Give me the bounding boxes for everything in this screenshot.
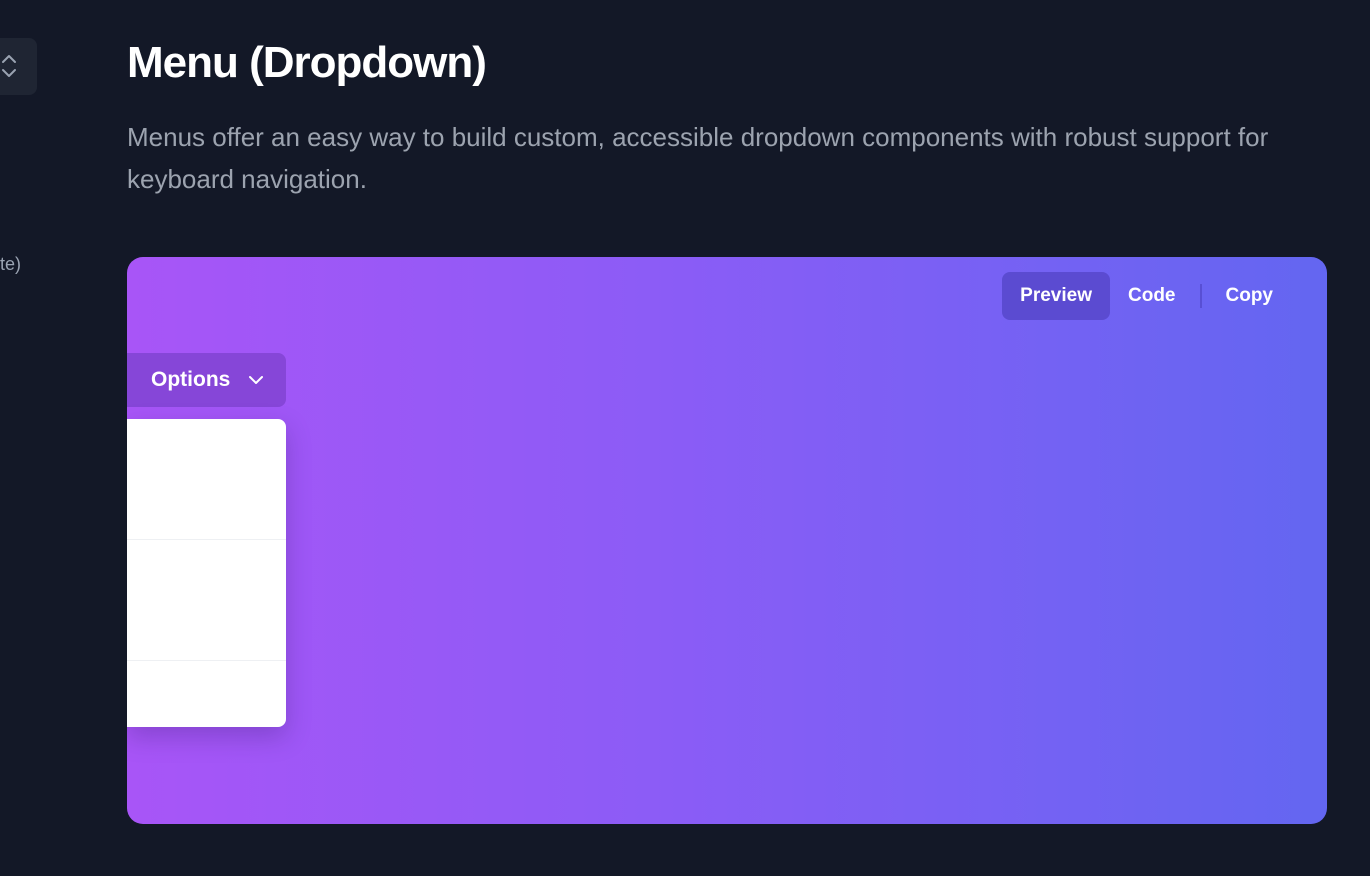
tab-preview[interactable]: Preview <box>1002 272 1110 320</box>
demo-preview-panel: Preview Code Copy Options <box>127 257 1327 824</box>
page-title: Menu (Dropdown) <box>127 38 487 87</box>
chevron-down-icon <box>249 376 264 384</box>
dropdown-menu <box>127 419 286 727</box>
options-menu-button[interactable]: Options <box>127 353 286 407</box>
options-button-label: Options <box>151 368 231 391</box>
sidebar-item-label[interactable]: te) <box>0 254 21 275</box>
copy-button[interactable]: Copy <box>1208 272 1292 320</box>
chevron-up-down-icon <box>2 55 16 77</box>
sidebar-version-select[interactable] <box>0 38 37 95</box>
tab-code[interactable]: Code <box>1110 272 1194 320</box>
menu-group[interactable] <box>127 419 286 540</box>
menu-group[interactable] <box>127 661 286 727</box>
menu-group[interactable] <box>127 540 286 661</box>
demo-tabs: Preview Code Copy <box>1002 272 1291 320</box>
tab-divider <box>1199 284 1202 308</box>
page: te) Menu (Dropdown) Menus offer an easy … <box>0 0 1370 876</box>
page-description: Menus offer an easy way to build custom,… <box>127 122 1269 194</box>
